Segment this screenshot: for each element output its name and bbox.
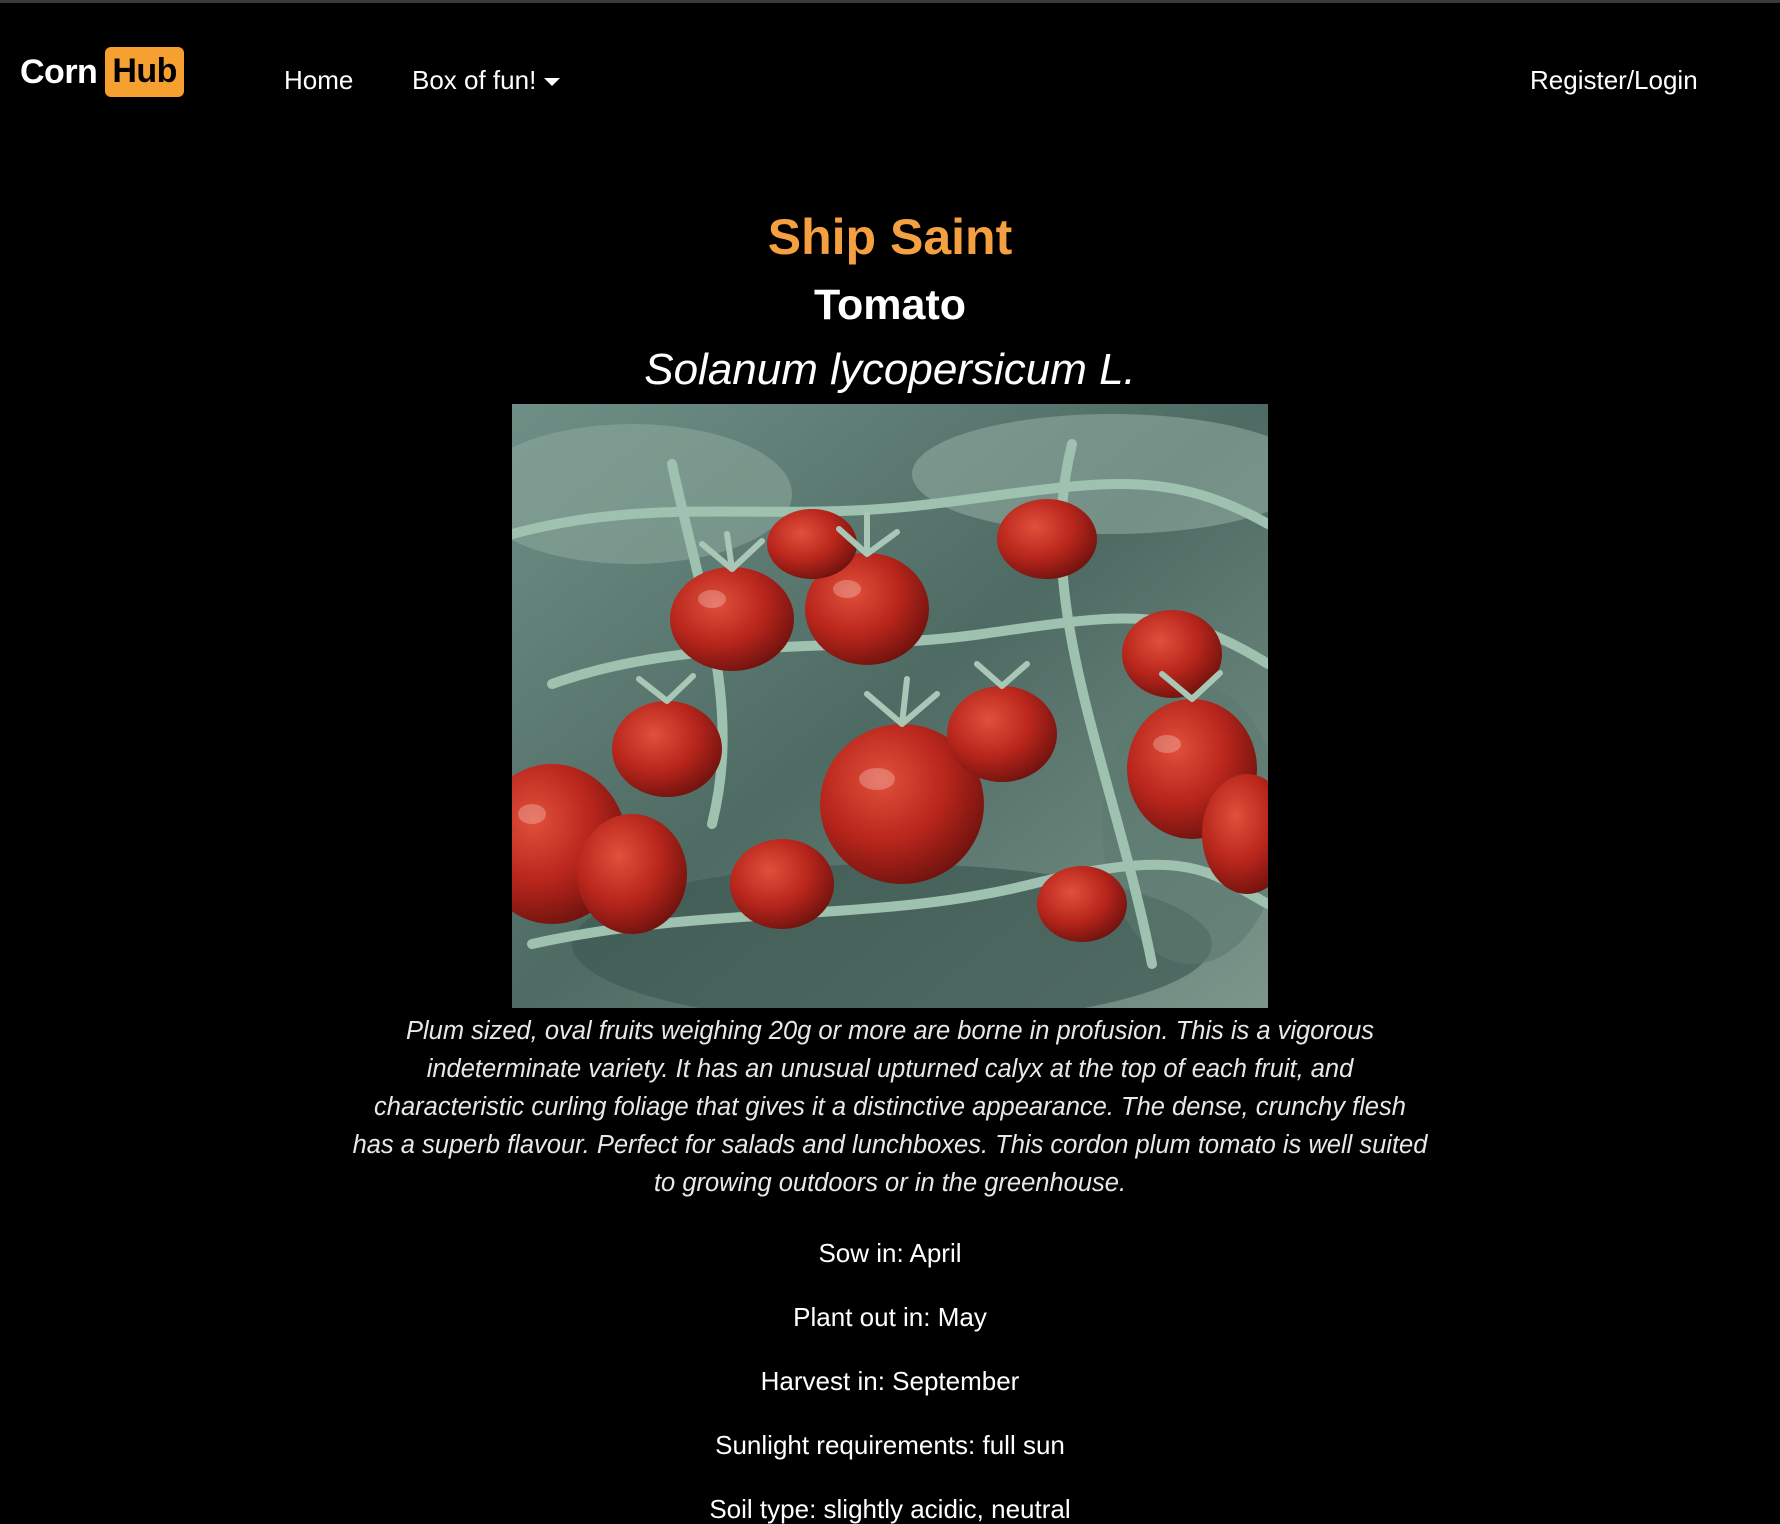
site-logo[interactable]: Corn Hub — [20, 47, 184, 97]
crop-name: Tomato — [813, 281, 967, 329]
variety-name: Ship Saint — [767, 209, 1013, 265]
logo-text-hub: Hub — [105, 47, 184, 97]
logo-text-corn: Corn — [20, 52, 98, 91]
nav-home-link[interactable]: Home — [284, 65, 353, 96]
soil-type-info: Soil type: slightly acidic, neutral — [709, 1494, 1071, 1524]
latin-name: Solanum lycopersicum L. — [644, 345, 1136, 394]
plant-photo — [512, 404, 1268, 1008]
nav-box-of-fun-label: Box of fun! — [412, 65, 537, 95]
sunlight-info: Sunlight requirements: full sun — [715, 1430, 1065, 1460]
plant-description: Plum sized, oval fruits weighing 20g or … — [352, 1017, 1428, 1197]
sow-in-info: Sow in: April — [818, 1238, 962, 1268]
plant-detail: Ship Saint Tomato Solanum lycopersicum L… — [0, 200, 1780, 1524]
caret-down-icon — [544, 77, 561, 86]
navbar: Corn Hub Home Box of fun! Register/Login — [0, 3, 1780, 153]
harvest-info: Harvest in: September — [760, 1366, 1020, 1396]
register-login-link[interactable]: Register/Login — [1530, 65, 1698, 96]
nav-box-of-fun-dropdown[interactable]: Box of fun! — [412, 65, 561, 96]
plant-out-info: Plant out in: May — [793, 1302, 987, 1332]
